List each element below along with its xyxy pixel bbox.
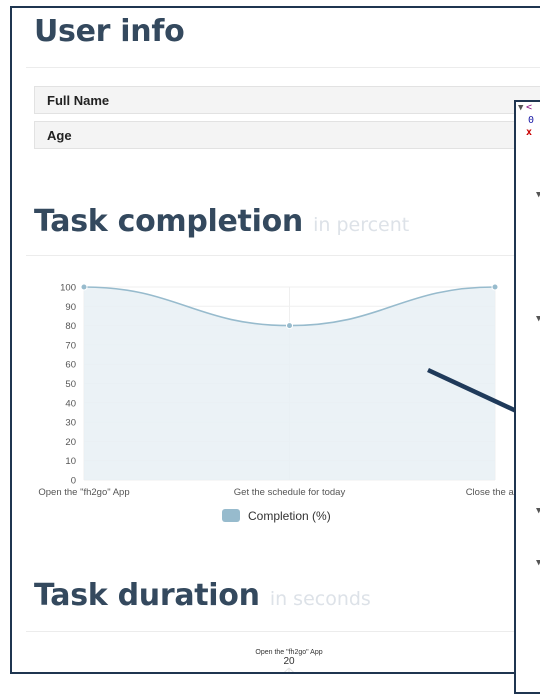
duration-slice-value: 20 — [283, 656, 295, 667]
app-frame: User info Full Name Age Task completion … — [10, 6, 540, 674]
y-tick-label: 10 — [65, 456, 76, 467]
devtools-line: 0 — [528, 115, 535, 126]
y-tick-label: 90 — [65, 302, 76, 313]
pie-segment-line — [288, 667, 295, 672]
expand-triangle-icon[interactable]: ▼ — [536, 190, 540, 200]
user-info-title: User info — [34, 14, 185, 49]
y-tick-label: 100 — [60, 283, 76, 294]
duration-chart: Open the "fh2go" App 20 — [255, 649, 323, 672]
x-tick-label: Open the "fh2go" App — [38, 487, 129, 498]
expand-triangle-icon[interactable]: ▼ — [536, 314, 540, 324]
y-tick-label: 40 — [65, 398, 76, 409]
section-divider — [26, 631, 540, 632]
completion-chart: 0 10 20 30 40 50 60 70 80 90 100 Open the "fh2go" A… — [38, 283, 524, 524]
legend-label: Completion (%) — [248, 509, 331, 523]
section-divider — [26, 67, 540, 68]
task-duration-subtitle: in seconds — [269, 588, 371, 610]
data-point — [80, 283, 88, 291]
y-tick-label: 70 — [65, 340, 76, 351]
y-tick-label: 50 — [65, 379, 76, 390]
data-point — [286, 322, 293, 330]
legend-swatch — [222, 509, 240, 522]
data-point — [491, 283, 499, 291]
expand-triangle-icon[interactable]: ▼ — [536, 506, 540, 516]
y-tick-label: 0 — [71, 476, 76, 487]
age-field[interactable]: Age — [34, 121, 540, 149]
task-duration-title: Task duration in seconds — [34, 578, 371, 613]
task-completion-title: Task completion in percent — [34, 204, 410, 239]
y-tick-label: 30 — [65, 418, 76, 429]
expand-triangle-icon[interactable]: ▼ — [536, 558, 540, 568]
section-divider — [26, 255, 540, 256]
task-completion-subtitle: in percent — [313, 214, 410, 236]
pie-segment-line — [283, 667, 290, 672]
devtools-tag: < — [526, 102, 533, 113]
y-tick-label: 60 — [65, 360, 76, 371]
full-name-field[interactable]: Full Name — [34, 86, 540, 114]
expand-triangle-icon[interactable]: ▼ — [518, 103, 523, 113]
duration-slice-label: Open the "fh2go" App — [255, 649, 322, 656]
devtools-panel[interactable]: ▼ < 0 x ▼ ▼ ▼ ▼ — [514, 100, 540, 694]
y-tick-label: 20 — [65, 437, 76, 448]
x-tick-label: Get the schedule for today — [234, 487, 346, 498]
y-tick-label: 80 — [65, 321, 76, 332]
devtools-line: x — [526, 127, 533, 138]
